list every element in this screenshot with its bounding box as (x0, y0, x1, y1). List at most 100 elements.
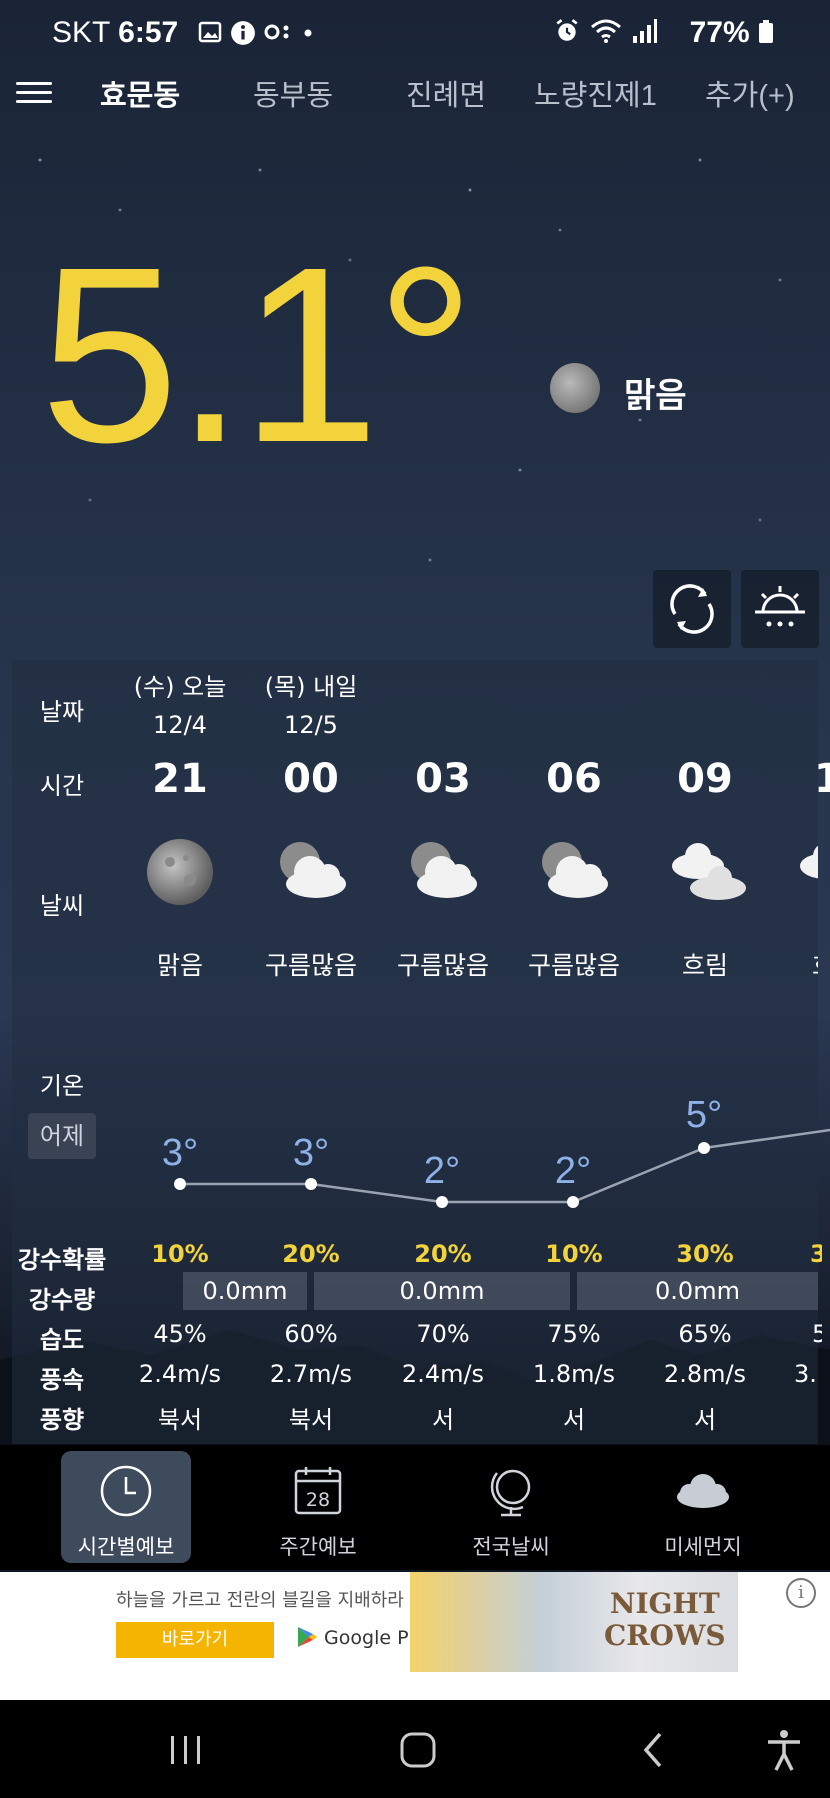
home-icon[interactable] (398, 1730, 438, 1770)
status-left: SKT 6:57 (52, 16, 178, 50)
temperature-point (305, 1178, 317, 1190)
sunrise-button[interactable] (741, 570, 819, 648)
row-label-date: 날짜 (39, 698, 85, 726)
tab-location-4[interactable]: 노량진제1 (534, 72, 657, 114)
row-label-humidity: 습도 (39, 1326, 85, 1354)
ad-banner[interactable]: 하늘을 가르고 전란의 블길을 지배하라 바로가기 Google Play NI… (0, 1572, 830, 1700)
temp-value: 2° (423, 1150, 461, 1192)
tab-add-location[interactable]: 추가(+) (705, 72, 795, 114)
ad-cta-button[interactable]: 바로가기 (116, 1622, 274, 1658)
tab-location-2[interactable]: 동부동 (253, 72, 333, 114)
back-icon[interactable] (638, 1730, 668, 1770)
nav-national[interactable]: 전국날씨 (446, 1451, 576, 1563)
condition-label: 구름많음 (396, 951, 489, 980)
row-label-time: 시간 (39, 772, 85, 800)
date-tomorrow: (목) 내일 12/5 (246, 668, 376, 744)
temperature-point (436, 1196, 448, 1208)
signal-icon (633, 19, 657, 43)
precip-prob: 10% (151, 1240, 209, 1268)
system-nav-bar (0, 1700, 830, 1798)
humidity: 5 (812, 1320, 822, 1348)
humidity: 45% (153, 1320, 207, 1348)
condition-label: 흐 (812, 946, 818, 982)
battery-percent: 77% (689, 16, 750, 49)
date-tomorrow-date: 12/5 (284, 711, 338, 739)
ad-brand-line1: NIGHT (609, 1587, 720, 1620)
row-label-wind-speed: 풍속 (39, 1366, 85, 1394)
condition-label: 구름많음 (527, 951, 620, 980)
temp-value: 3° (161, 1132, 199, 1174)
alarm-icon (556, 19, 578, 41)
gallery-icon (198, 21, 222, 43)
wind-speed: 2.4m/s (401, 1360, 485, 1388)
wind-speed: 2.8m/s (663, 1360, 747, 1388)
precip-prob: 30% (676, 1240, 734, 1268)
temp-value: 5° (685, 1094, 723, 1136)
sunrise-icon (755, 586, 805, 627)
tab-location-3[interactable]: 진례면 (406, 72, 486, 114)
humidity: 60% (284, 1320, 338, 1348)
ad-brand-line2: CROWS (604, 1619, 726, 1652)
nav-weekly[interactable]: 28 주간예보 (253, 1451, 383, 1563)
overcast-icon (662, 832, 752, 912)
wifi-icon (591, 19, 621, 43)
ad-info-icon[interactable]: i (786, 1578, 816, 1608)
link-icon (264, 24, 289, 40)
wind-direction: 서 (562, 1406, 586, 1434)
row-label-precip-amount: 강수량 (28, 1286, 96, 1314)
wind-direction: 서 (693, 1406, 717, 1434)
hour-label: 06 (546, 756, 602, 802)
svg-text:28: 28 (306, 1489, 330, 1511)
wind-speed: 3. (794, 1360, 817, 1388)
cloudy-night-icon (270, 832, 350, 912)
wind-speed: 1.8m/s (532, 1360, 616, 1388)
nav-dust[interactable]: 미세먼지 (638, 1451, 768, 1563)
condition-label: 맑음 (156, 951, 203, 980)
cloud-icon (677, 1474, 729, 1508)
precip-amount: 0.0mm (577, 1272, 818, 1310)
hour-label: 1 (814, 756, 830, 802)
nav-national-label: 전국날씨 (472, 1535, 550, 1559)
hour-label: 09 (677, 756, 733, 802)
temp-value: 2° (554, 1150, 592, 1192)
humidity: 75% (547, 1320, 601, 1348)
status-bar: SKT 6:57 77% (0, 0, 830, 70)
humidity: 65% (678, 1320, 732, 1348)
hour-label: 21 (152, 756, 208, 802)
clock-icon (100, 1465, 152, 1517)
calendar-icon: 28 (294, 1467, 342, 1515)
ad-text: 하늘을 가르고 전란의 블길을 지배하라 (116, 1590, 404, 1611)
moon-icon (550, 363, 600, 413)
nav-hourly[interactable]: 시간별예보 (61, 1451, 191, 1563)
wind-direction: 북서 (288, 1406, 334, 1434)
temp-value: 3° (292, 1132, 330, 1174)
accessibility-icon[interactable] (764, 1728, 804, 1772)
current-temperature: 5.1° (40, 215, 476, 494)
condition-label: 구름많음 (264, 951, 357, 980)
precip-prob: 10% (545, 1240, 603, 1268)
hour-label: 03 (415, 756, 471, 802)
refresh-button[interactable] (653, 570, 731, 648)
temperature-point (698, 1142, 710, 1154)
date-tomorrow-day: (목) 내일 (264, 673, 358, 701)
nav-weekly-label: 주간예보 (279, 1535, 357, 1559)
battery-status: 77% (690, 16, 774, 50)
menu-icon[interactable] (16, 76, 52, 112)
notification-icons (198, 20, 314, 46)
location-tabs: 효문동 동부동 진례면 노량진제1 추가(+) (0, 72, 830, 130)
clock: 6:57 (118, 16, 179, 49)
recent-apps-icon[interactable] (168, 1734, 204, 1766)
precip-prob: 20% (414, 1240, 472, 1268)
wind-direction: 북서 (157, 1406, 203, 1434)
row-label-wind-dir: 풍향 (39, 1406, 85, 1434)
current-condition: 맑음 (624, 376, 687, 416)
carrier: SKT (52, 16, 110, 49)
wind-direction: 서 (431, 1406, 455, 1434)
tab-location-1[interactable]: 효문동 (100, 72, 180, 114)
date-today-date: 12/4 (153, 711, 207, 739)
temperature-point (567, 1196, 579, 1208)
condition-label: 흐림 (681, 951, 728, 980)
precip-amount: 0.0mm (314, 1272, 570, 1310)
wind-speed: 2.7m/s (269, 1360, 353, 1388)
row-label-weather: 날씨 (39, 892, 85, 920)
